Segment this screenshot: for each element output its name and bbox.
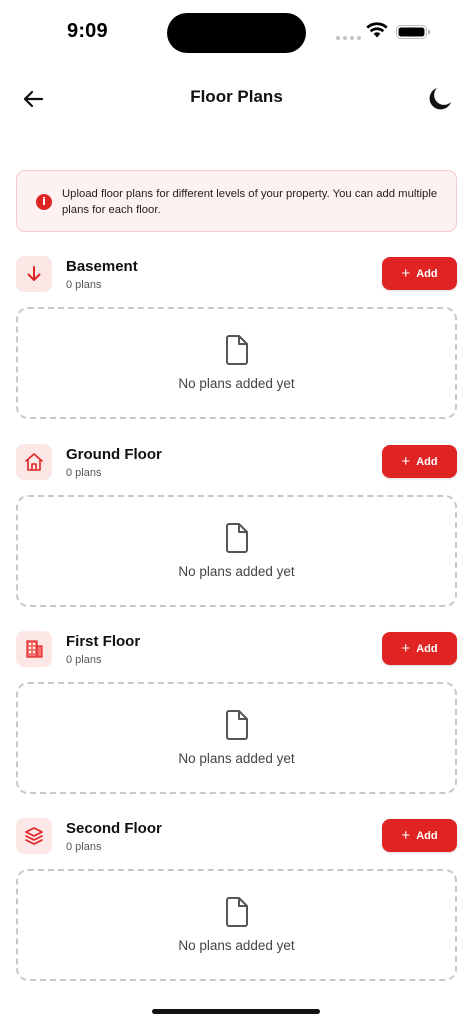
empty-plans-dropzone[interactable]: No plans added yet bbox=[16, 307, 457, 419]
add-plan-button[interactable]: + Add bbox=[382, 632, 457, 665]
add-label: Add bbox=[416, 267, 438, 280]
empty-state-text: No plans added yet bbox=[178, 938, 295, 953]
info-banner: i Upload floor plans for different level… bbox=[16, 170, 457, 232]
battery-icon bbox=[396, 25, 431, 39]
floor-plan-count: 0 plans bbox=[66, 467, 102, 479]
empty-plans-dropzone[interactable]: No plans added yet bbox=[16, 682, 457, 794]
wifi-icon bbox=[366, 22, 388, 38]
empty-state-text: No plans added yet bbox=[178, 376, 295, 391]
empty-plans-dropzone[interactable]: No plans added yet bbox=[16, 869, 457, 981]
add-label: Add bbox=[416, 829, 438, 842]
floor-plan-count: 0 plans bbox=[66, 841, 102, 853]
empty-state-text: No plans added yet bbox=[178, 751, 295, 766]
page-title: Floor Plans bbox=[190, 87, 283, 106]
empty-state-text: No plans added yet bbox=[178, 564, 295, 579]
house-icon bbox=[16, 444, 52, 480]
document-icon bbox=[226, 335, 248, 365]
document-icon bbox=[226, 523, 248, 553]
add-plan-button[interactable]: + Add bbox=[382, 257, 457, 290]
floor-name: Ground Floor bbox=[66, 446, 162, 463]
floor-name: Basement bbox=[66, 258, 138, 275]
add-plan-button[interactable]: + Add bbox=[382, 445, 457, 478]
add-label: Add bbox=[416, 455, 438, 468]
header: Floor Plans bbox=[0, 76, 473, 120]
dynamic-island bbox=[167, 13, 306, 53]
theme-toggle-button[interactable] bbox=[426, 85, 454, 113]
floor-name: First Floor bbox=[66, 633, 141, 650]
moon-icon bbox=[429, 88, 451, 110]
plus-icon: + bbox=[401, 264, 411, 282]
floor-plan-count: 0 plans bbox=[66, 279, 102, 291]
document-icon bbox=[226, 710, 248, 740]
add-label: Add bbox=[416, 642, 438, 655]
empty-plans-dropzone[interactable]: No plans added yet bbox=[16, 495, 457, 607]
floor-plan-count: 0 plans bbox=[66, 654, 102, 666]
document-icon bbox=[226, 897, 248, 927]
info-icon: i bbox=[36, 194, 52, 210]
building-icon bbox=[16, 631, 52, 667]
cellular-signal-icon bbox=[336, 36, 361, 40]
info-text: Upload floor plans for different levels … bbox=[62, 188, 438, 216]
plus-icon: + bbox=[401, 452, 411, 470]
plus-icon: + bbox=[401, 639, 411, 657]
status-bar: 9:09 bbox=[0, 0, 473, 64]
plus-icon: + bbox=[401, 826, 411, 844]
arrow-down-icon bbox=[16, 256, 52, 292]
status-time: 9:09 bbox=[67, 20, 108, 42]
home-indicator bbox=[152, 1009, 320, 1014]
add-plan-button[interactable]: + Add bbox=[382, 819, 457, 852]
layers-icon bbox=[16, 818, 52, 854]
floor-name: Second Floor bbox=[66, 820, 162, 837]
